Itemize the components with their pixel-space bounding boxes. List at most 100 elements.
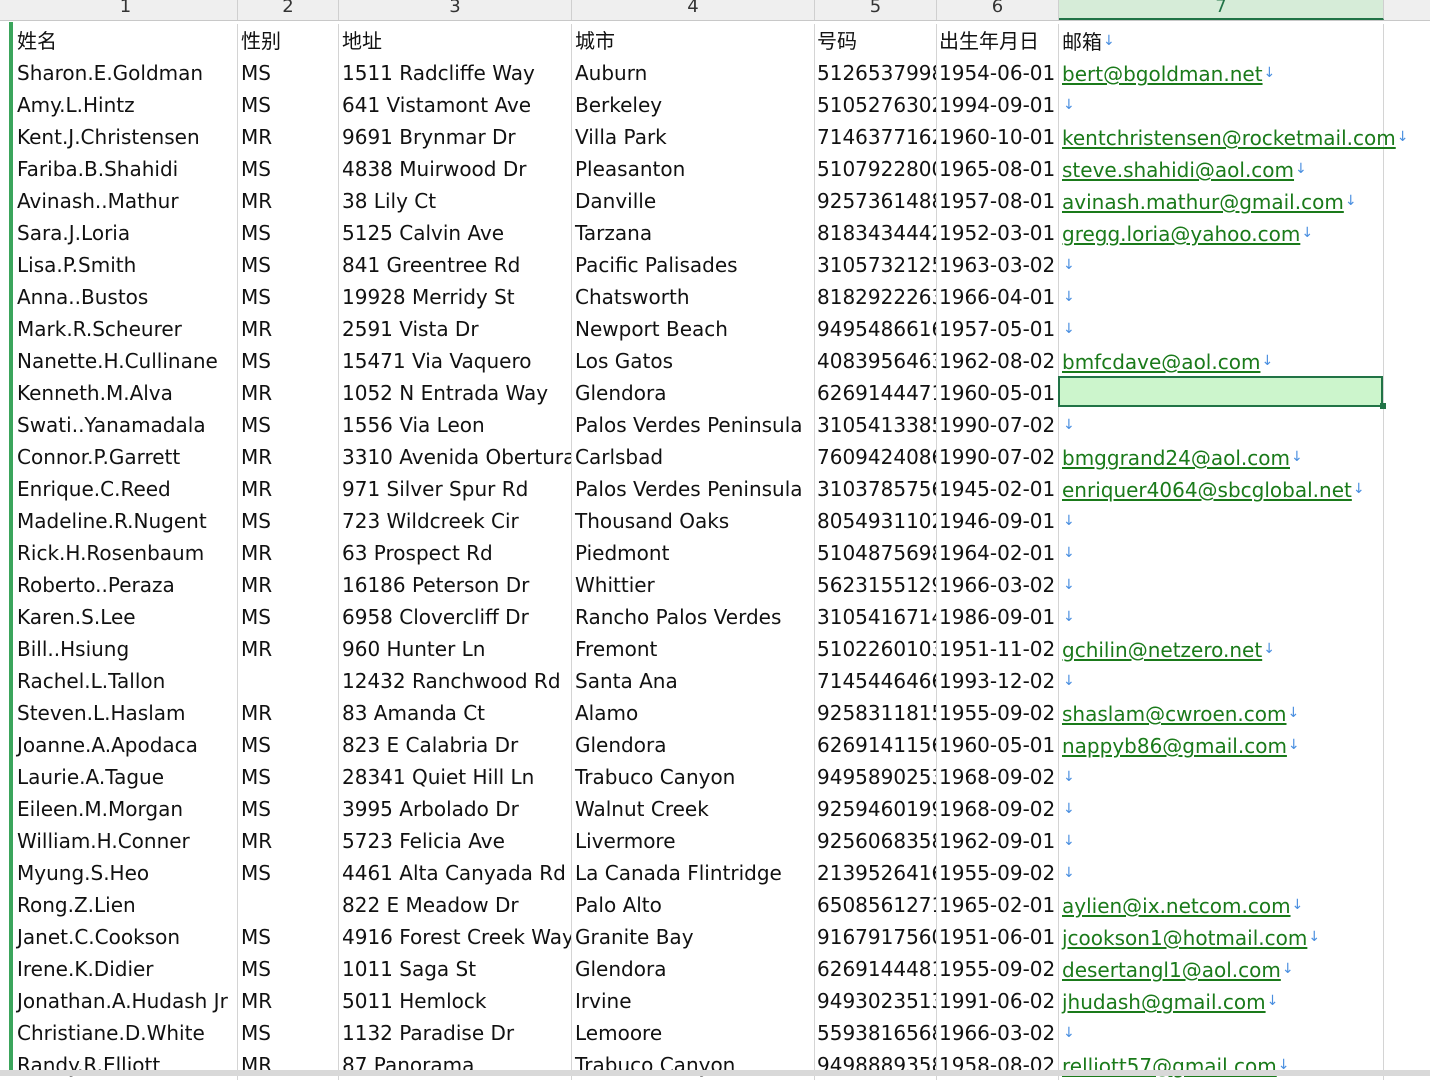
cell-phone[interactable]: 5105276302 (815, 88, 937, 120)
cell-name[interactable]: Jonathan.A.Hudash Jr (14, 984, 238, 1016)
cell-birthdate[interactable]: 1955-09-02 (937, 696, 1059, 728)
cell-address[interactable]: 1132 Paradise Dr (339, 1016, 572, 1048)
cell-address[interactable]: 2591 Vista Dr (339, 312, 572, 344)
cell-gender[interactable] (238, 664, 339, 696)
cell-email[interactable]: kentchristensen@rocketmail.com↓ (1059, 120, 1408, 152)
cell-gender[interactable] (238, 888, 339, 920)
cell-name[interactable]: William.H.Conner (14, 824, 238, 856)
cell-name[interactable]: Eileen.M.Morgan (14, 792, 238, 824)
cell-name[interactable]: Madeline.R.Nugent (14, 504, 238, 536)
cell-birthdate[interactable]: 1965-02-01 (937, 888, 1059, 920)
cell-city[interactable]: Thousand Oaks (572, 504, 815, 536)
header-cell-phone[interactable]: 号码 (815, 24, 937, 56)
cell-gender[interactable]: MS (238, 88, 339, 120)
cell-name[interactable]: Laurie.A.Tague (14, 760, 238, 792)
cell-phone[interactable]: 8054931102 (815, 504, 937, 536)
email-link[interactable]: shaslam@cwroen.com (1062, 702, 1287, 726)
cell-gender[interactable]: MR (238, 184, 339, 216)
cell-city[interactable]: La Canada Flintridge (572, 856, 815, 888)
cell-city[interactable]: Los Gatos (572, 344, 815, 376)
email-link[interactable]: bmggrand24@aol.com (1062, 446, 1290, 470)
cell-name[interactable]: Kent.J.Christensen (14, 120, 238, 152)
column-header-2[interactable]: 2 (238, 0, 339, 20)
cell-address[interactable]: 15471 Via Vaquero (339, 344, 572, 376)
cell-name[interactable]: Irene.K.Didier (14, 952, 238, 984)
cell-city[interactable]: Palos Verdes Peninsula (572, 408, 815, 440)
cell-email[interactable]: bmggrand24@aol.com↓ (1059, 440, 1384, 472)
cell-birthdate[interactable]: 1966-03-02 (937, 1016, 1059, 1048)
cell-name[interactable]: Myung.S.Heo (14, 856, 238, 888)
cell-phone[interactable]: 7609424086 (815, 440, 937, 472)
cell-name[interactable]: Janet.C.Cookson (14, 920, 238, 952)
column-header-6[interactable]: 6 (937, 0, 1059, 20)
cell-city[interactable]: Palo Alto (572, 888, 815, 920)
header-cell-city[interactable]: 城市 (572, 24, 815, 56)
cell-birthdate[interactable]: 1945-02-01 (937, 472, 1059, 504)
cell-address[interactable]: 1511 Radcliffe Way (339, 56, 572, 88)
cell-address[interactable]: 19928 Merridy St (339, 280, 572, 312)
cell-city[interactable]: Trabuco Canyon (572, 760, 815, 792)
cell-address[interactable]: 3995 Arbolado Dr (339, 792, 572, 824)
cell-email[interactable]: ↓ (1059, 664, 1384, 696)
cell-birthdate[interactable]: 1951-06-01 (937, 920, 1059, 952)
cell-phone[interactable]: 3105732125 (815, 248, 937, 280)
cell-gender[interactable]: MR (238, 440, 339, 472)
cell-name[interactable]: Mark.R.Scheurer (14, 312, 238, 344)
cell-phone[interactable]: 6269144471 (815, 376, 937, 408)
cell-gender[interactable]: MR (238, 984, 339, 1016)
cell-city[interactable]: Palos Verdes Peninsula (572, 472, 815, 504)
cell-city[interactable]: Fremont (572, 632, 815, 664)
cell-birthdate[interactable]: 1968-09-02 (937, 792, 1059, 824)
cell-address[interactable]: 5011 Hemlock (339, 984, 572, 1016)
cell-name[interactable]: Amy.L.Hintz (14, 88, 238, 120)
cell-city[interactable]: Carlsbad (572, 440, 815, 472)
header-cell-address[interactable]: 地址 (339, 24, 572, 56)
cell-email[interactable]: nappyb86@gmail.com↓ (1059, 728, 1384, 760)
cell-birthdate[interactable]: 1960-05-01 (937, 728, 1059, 760)
cell-birthdate[interactable]: 1957-05-01 (937, 312, 1059, 344)
cell-gender[interactable]: MS (238, 856, 339, 888)
cell-address[interactable]: 1011 Saga St (339, 952, 572, 984)
cell-email[interactable]: avinash.mathur@gmail.com↓ (1059, 184, 1384, 216)
cell-gender[interactable]: MS (238, 728, 339, 760)
cell-address[interactable]: 841 Greentree Rd (339, 248, 572, 280)
cell-birthdate[interactable]: 1951-11-02 (937, 632, 1059, 664)
header-cell-gender[interactable]: 性别 (238, 24, 339, 56)
cell-address[interactable]: 63 Prospect Rd (339, 536, 572, 568)
cell-birthdate[interactable]: 1968-09-02 (937, 760, 1059, 792)
cell-city[interactable]: Newport Beach (572, 312, 815, 344)
cell-name[interactable]: Swati..Yanamadala (14, 408, 238, 440)
cell-city[interactable]: Pleasanton (572, 152, 815, 184)
cell-email[interactable]: ↓ (1059, 568, 1384, 600)
header-cell-name[interactable]: 姓名 (14, 24, 238, 56)
cell-name[interactable]: Fariba.B.Shahidi (14, 152, 238, 184)
cell-name[interactable]: Karen.S.Lee (14, 600, 238, 632)
cell-gender[interactable]: MR (238, 376, 339, 408)
cell-name[interactable]: Sharon.E.Goldman (14, 56, 238, 88)
cell-birthdate[interactable]: 1991-06-02 (937, 984, 1059, 1016)
cell-name[interactable]: Rick.H.Rosenbaum (14, 536, 238, 568)
cell-address[interactable]: 12432 Ranchwood Rd (339, 664, 572, 696)
cell-address[interactable]: 1052 N Entrada Way (339, 376, 572, 408)
cell-email[interactable]: ↓ (1059, 856, 1384, 888)
cell-city[interactable]: Alamo (572, 696, 815, 728)
cell-city[interactable]: Berkeley (572, 88, 815, 120)
cell-address[interactable]: 960 Hunter Ln (339, 632, 572, 664)
cell-address[interactable]: 28341 Quiet Hill Ln (339, 760, 572, 792)
cell-phone[interactable]: 2139526416 (815, 856, 937, 888)
cell-birthdate[interactable]: 1955-09-02 (937, 952, 1059, 984)
email-link[interactable]: avinash.mathur@gmail.com (1062, 190, 1344, 214)
email-link[interactable]: gchilin@netzero.net (1062, 638, 1262, 662)
cell-address[interactable]: 4461 Alta Canyada Rd (339, 856, 572, 888)
cell-email[interactable]: ↓ (1059, 600, 1384, 632)
cell-city[interactable]: Pacific Palisades (572, 248, 815, 280)
horizontal-scrollbar[interactable] (0, 1070, 1430, 1076)
cell-gender[interactable]: MS (238, 920, 339, 952)
cell-phone[interactable]: 9495486616 (815, 312, 937, 344)
cell-phone[interactable]: 9259460199 (815, 792, 937, 824)
cell-gender[interactable]: MS (238, 56, 339, 88)
cell-email[interactable]: aylien@ix.netcom.com↓ (1059, 888, 1384, 920)
cell-gender[interactable]: MS (238, 504, 339, 536)
cell-phone[interactable]: 9493023513 (815, 984, 937, 1016)
cell-email[interactable]: bmfcdave@aol.com↓ (1059, 344, 1384, 376)
